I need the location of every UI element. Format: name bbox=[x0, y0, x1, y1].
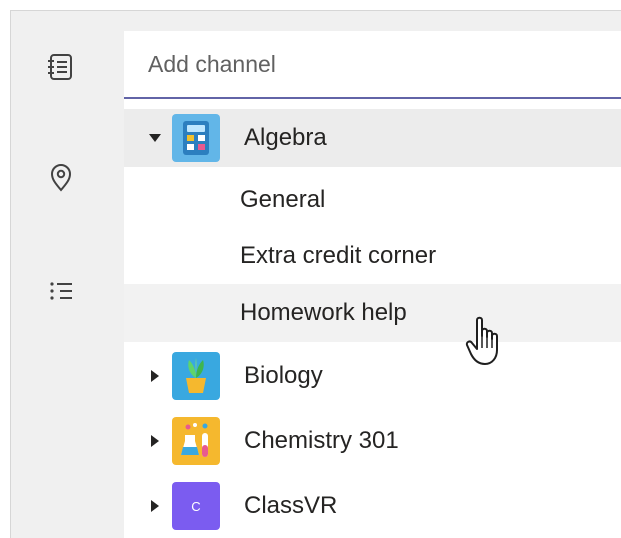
caret-right-icon[interactable] bbox=[148, 369, 162, 383]
caret-down-icon[interactable] bbox=[148, 131, 162, 145]
team-icon-letter: C bbox=[191, 498, 201, 514]
channel-row-general[interactable]: General bbox=[124, 171, 621, 229]
add-channel-input[interactable]: Add channel bbox=[124, 31, 621, 99]
caret-right-icon[interactable] bbox=[148, 434, 162, 448]
list-icon[interactable] bbox=[46, 276, 76, 306]
flask-icon bbox=[172, 417, 220, 465]
channel-row-extra-credit-corner[interactable]: Extra credit corner bbox=[124, 227, 621, 285]
team-row-biology[interactable]: Biology bbox=[124, 347, 621, 405]
notes-icon[interactable] bbox=[46, 52, 76, 82]
add-channel-placeholder: Add channel bbox=[148, 50, 276, 77]
channel-panel: Add channel Algebra General Extra credit… bbox=[124, 31, 621, 538]
channel-name: Homework help bbox=[240, 299, 407, 326]
team-name: Algebra bbox=[244, 124, 327, 151]
team-row-classvr[interactable]: C ClassVR bbox=[124, 477, 621, 535]
team-name: ClassVR bbox=[244, 492, 338, 519]
channel-row-homework-help[interactable]: Homework help bbox=[124, 284, 621, 342]
channel-name: General bbox=[240, 186, 326, 213]
plant-icon bbox=[172, 352, 220, 400]
team-name: Chemistry 301 bbox=[244, 427, 399, 454]
team-row-algebra[interactable]: Algebra bbox=[124, 109, 621, 167]
channel-name: Extra credit corner bbox=[240, 242, 437, 269]
hand-cursor-icon bbox=[465, 316, 505, 368]
calculator-icon bbox=[172, 114, 220, 162]
team-name: Biology bbox=[244, 362, 323, 389]
team-row-chemistry-301[interactable]: Chemistry 301 bbox=[124, 412, 621, 470]
location-pin-icon[interactable] bbox=[46, 163, 76, 193]
letter-c-icon: C bbox=[172, 482, 220, 530]
caret-right-icon[interactable] bbox=[148, 499, 162, 513]
